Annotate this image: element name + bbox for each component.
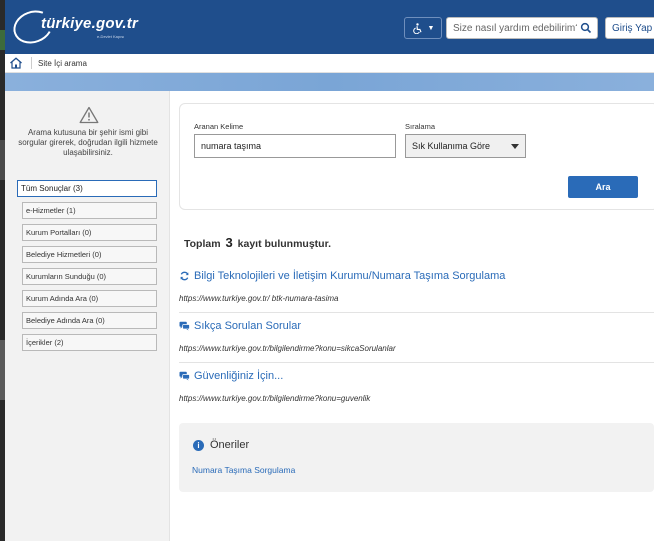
logo-text: türkiye.gov.tr bbox=[41, 15, 138, 32]
chevron-down-icon: ▼ bbox=[427, 24, 435, 32]
keyword-label: Aranan Kelime bbox=[194, 122, 244, 131]
site-header: türkiye.gov.tr e-Devlet Kapısı ▼ Giriş Y… bbox=[5, 0, 654, 54]
sort-select[interactable]: Sık Kullanıma Göre bbox=[405, 134, 526, 158]
home-icon[interactable] bbox=[9, 57, 23, 69]
search-icon[interactable] bbox=[580, 22, 592, 34]
suggestions-box: i Öneriler Numara Taşıma Sorgulama bbox=[179, 423, 654, 492]
filter-institution-portals[interactable]: Kurum Portalları (0) bbox=[22, 224, 157, 241]
keyword-input[interactable] bbox=[194, 134, 396, 158]
login-label: Giriş Yap bbox=[612, 22, 653, 34]
result-item: Güvenliğiniz İçin... https://www.turkiye… bbox=[179, 370, 654, 413]
suggestion-link[interactable]: Numara Taşıma Sorgulama bbox=[192, 465, 295, 475]
breadcrumb-current: Site İçi arama bbox=[38, 58, 87, 68]
search-submit-button[interactable]: Ara bbox=[568, 176, 638, 198]
sort-label: Sıralama bbox=[405, 122, 436, 131]
result-url: https://www.turkiye.gov.tr/bilgilendirme… bbox=[179, 394, 371, 403]
page-banner bbox=[5, 73, 654, 91]
results-count: Toplam 3 kayıt bulunmuştur. bbox=[184, 235, 331, 250]
filter-municipal-services[interactable]: Belediye Hizmetleri (0) bbox=[22, 246, 157, 263]
chat-icon bbox=[179, 371, 190, 381]
suggestions-header: i Öneriler bbox=[193, 439, 249, 451]
result-title-link[interactable]: Güvenliğiniz İçin... bbox=[179, 370, 283, 382]
result-url: https://www.turkiye.gov.tr/bilgilendirme… bbox=[179, 344, 396, 353]
filter-contents[interactable]: İçerikler (2) bbox=[22, 334, 157, 351]
filter-institution-name[interactable]: Kurum Adında Ara (0) bbox=[22, 290, 157, 307]
filter-institution-offered[interactable]: Kurumların Sunduğu (0) bbox=[22, 268, 157, 285]
sort-value: Sık Kullanıma Göre bbox=[412, 141, 491, 151]
result-title-link[interactable]: Bilgi Teknolojileri ve İletişim Kurumu/N… bbox=[179, 270, 505, 282]
info-icon: i bbox=[193, 439, 204, 451]
search-form: Aranan Kelime Sıralama Sık Kullanıma Gör… bbox=[179, 103, 654, 210]
filter-e-services[interactable]: e-Hizmetler (1) bbox=[22, 202, 157, 219]
result-url: https://www.turkiye.gov.tr/ btk-numara-t… bbox=[179, 294, 339, 303]
results-count-number: 3 bbox=[225, 235, 233, 250]
search-hint: Arama kutusuna bir şehir ismi gibi sorgu… bbox=[18, 128, 158, 157]
chat-icon bbox=[179, 321, 190, 331]
logo-subtext: e-Devlet Kapısı bbox=[97, 34, 125, 39]
filter-list: Tüm Sonuçlar (3) e-Hizmetler (1) Kurum P… bbox=[17, 180, 159, 356]
result-title-link[interactable]: Sıkça Sorulan Sorular bbox=[179, 320, 301, 332]
refresh-icon bbox=[180, 271, 189, 281]
filter-municipality-name[interactable]: Belediye Adında Ara (0) bbox=[22, 312, 157, 329]
breadcrumb: Site İçi arama bbox=[5, 54, 654, 73]
filter-sidebar: Arama kutusuna bir şehir ismi gibi sorgu… bbox=[5, 91, 170, 541]
header-search bbox=[446, 17, 598, 39]
accessibility-button[interactable]: ▼ bbox=[404, 17, 442, 39]
warning-icon bbox=[79, 106, 99, 124]
filter-all-results[interactable]: Tüm Sonuçlar (3) bbox=[17, 180, 157, 197]
suggestions-title: Öneriler bbox=[210, 439, 250, 451]
site-logo[interactable]: türkiye.gov.tr e-Devlet Kapısı bbox=[8, 5, 153, 49]
breadcrumb-divider bbox=[31, 57, 32, 69]
result-item: Bilgi Teknolojileri ve İletişim Kurumu/N… bbox=[179, 270, 654, 313]
caret-down-icon bbox=[511, 144, 519, 149]
wheelchair-icon bbox=[412, 22, 422, 34]
search-input[interactable] bbox=[447, 18, 577, 38]
login-button[interactable]: Giriş Yap bbox=[605, 17, 654, 39]
result-item: Sıkça Sorulan Sorular https://www.turkiy… bbox=[179, 320, 654, 363]
